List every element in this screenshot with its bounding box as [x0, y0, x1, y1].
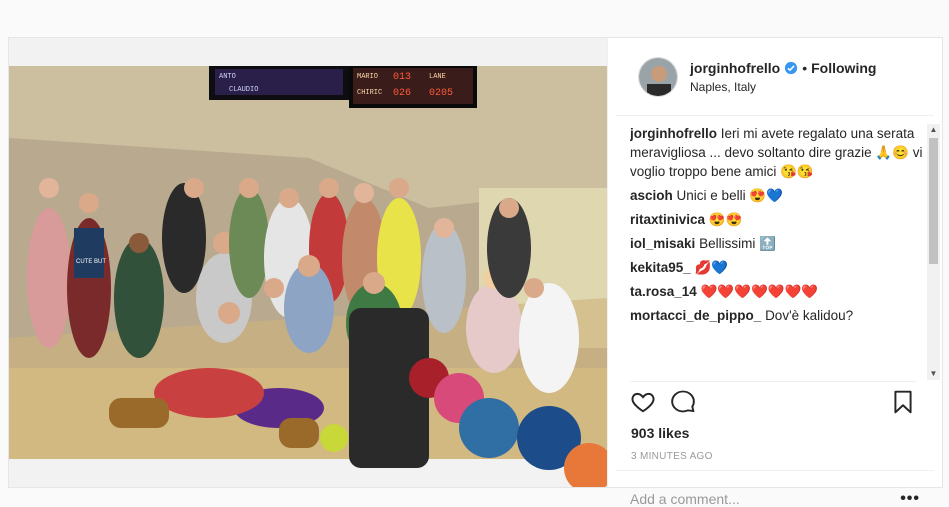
scoreboard-right-name1: MARIO — [357, 73, 378, 81]
scoreboard-right-score1: 013 — [393, 72, 411, 83]
comment-caption: jorginhofrello Ieri mi avete regalato un… — [630, 124, 924, 181]
comment-item: ritaxtinivica 😍😍 — [630, 210, 924, 229]
comment-user[interactable]: mortacci_de_pippo_ — [630, 308, 761, 323]
comment-user[interactable]: iol_misaki — [630, 236, 695, 251]
comment-emoji: 💋💙 — [694, 260, 729, 275]
comment-emoji: 😍💙 — [749, 188, 783, 203]
comment-text: Dov'è kalidou? — [765, 308, 854, 323]
comment-user[interactable]: ta.rosa_14 — [630, 284, 697, 299]
comment-text: Unici e belli — [676, 188, 746, 203]
separator-dot: • — [802, 59, 808, 76]
scroll-up-arrow-icon[interactable]: ▲ — [927, 124, 940, 136]
action-bar — [630, 381, 916, 421]
comment-emoji: ❤️❤️❤️❤️❤️❤️❤️ — [700, 284, 819, 299]
comment-emoji: 🔝 — [759, 236, 776, 251]
comment-item: kekita95_ 💋💙 — [630, 258, 924, 277]
scroll-down-arrow-icon[interactable]: ▼ — [927, 368, 940, 380]
following-button[interactable]: Following — [811, 60, 876, 76]
comment-item: ta.rosa_14 ❤️❤️❤️❤️❤️❤️❤️ — [630, 282, 924, 301]
add-comment-bar: ••• — [616, 470, 934, 507]
scoreboard-right-lane: LANE — [429, 73, 446, 81]
comment-emoji: 😍😍 — [708, 212, 743, 227]
post-sidebar: jorginhofrello • Following Naples, Italy… — [607, 38, 942, 507]
more-options-icon[interactable]: ••• — [900, 490, 920, 507]
post-photo[interactable]: ANTO CLAUDIO MARIO 013 LANE CHIRIC 026 0… — [9, 38, 607, 487]
scoreboard-left-line2: CLAUDIO — [229, 86, 258, 94]
comment-item: iol_misaki Bellissimi 🔝 — [630, 234, 924, 253]
comment-user[interactable]: ascioh — [630, 188, 673, 203]
scoreboard-right-score2: 026 — [393, 88, 411, 99]
scoreboard-right-name2: CHIRIC — [357, 89, 382, 97]
comments-list: jorginhofrello Ieri mi avete regalato un… — [630, 124, 924, 342]
bookmark-icon[interactable] — [890, 389, 916, 415]
scoreboard-left-line1: ANTO — [219, 73, 236, 81]
heart-outline-icon[interactable] — [630, 389, 656, 415]
comment-text: Bellissimi — [699, 236, 756, 251]
comment-input[interactable] — [630, 490, 901, 507]
instagram-post: ANTO CLAUDIO MARIO 013 LANE CHIRIC 026 0… — [8, 37, 943, 507]
comment-bubble-icon[interactable] — [670, 389, 696, 415]
username-link[interactable]: jorginhofrello — [690, 60, 780, 76]
post-header: jorginhofrello • Following Naples, Italy — [616, 38, 934, 116]
scrollbar-thumb[interactable] — [929, 138, 938, 264]
shirt-text: CUTE BUT — [76, 259, 106, 265]
comment-item: mortacci_de_pippo_ Dov'è kalidou? — [630, 306, 924, 325]
comment-user[interactable]: ritaxtinivica — [630, 212, 705, 227]
location-link[interactable]: Naples, Italy — [690, 80, 876, 94]
likes-count[interactable]: 903 likes — [631, 425, 689, 441]
avatar[interactable] — [638, 56, 678, 97]
verified-badge-icon — [785, 61, 798, 74]
comment-user[interactable]: jorginhofrello — [630, 126, 717, 141]
comment-item: ascioh Unici e belli 😍💙 — [630, 186, 924, 205]
post-timestamp[interactable]: 3 MINUTES AGO — [631, 451, 713, 462]
comments-scrollbar[interactable]: ▲ ▼ — [927, 124, 940, 380]
group-photo-illustration: ANTO CLAUDIO MARIO 013 LANE CHIRIC 026 0… — [9, 38, 607, 487]
scoreboard-right-score3: 0205 — [429, 88, 453, 99]
comment-user[interactable]: kekita95_ — [630, 260, 691, 275]
